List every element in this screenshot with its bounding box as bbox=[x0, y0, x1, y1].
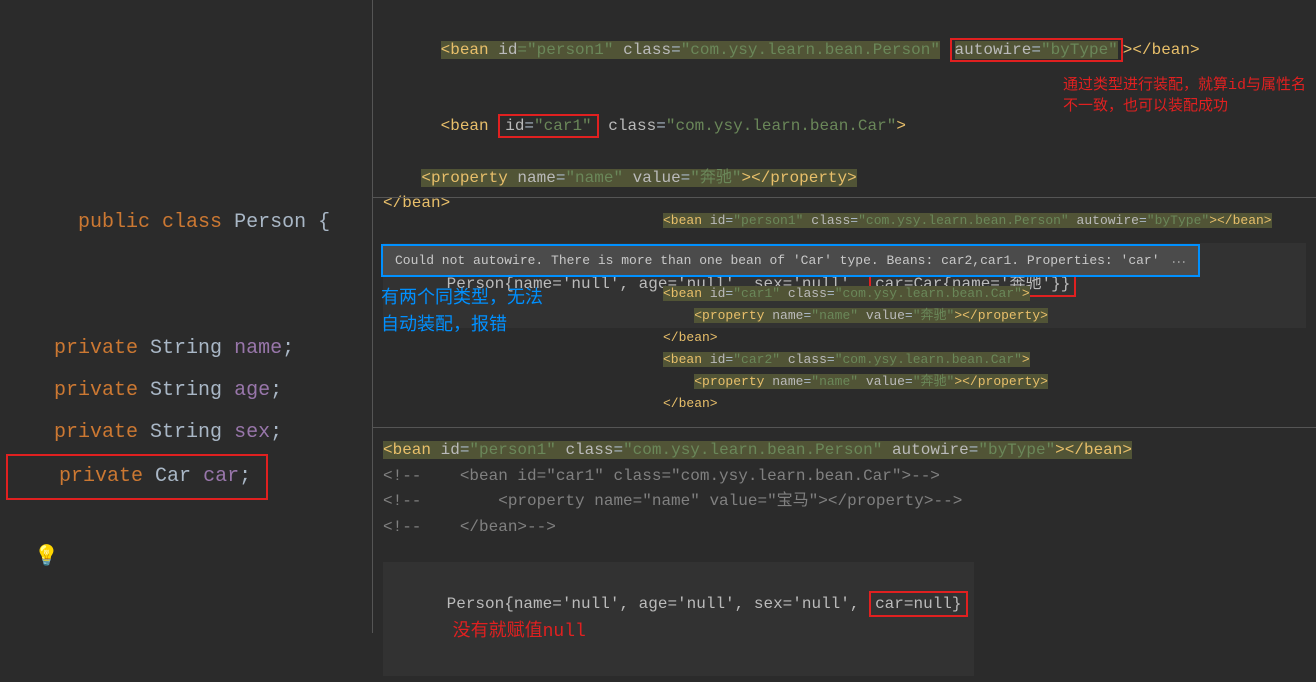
keyword-private: private bbox=[54, 421, 138, 444]
class-name: Person bbox=[234, 211, 306, 234]
field-car: car bbox=[203, 465, 239, 488]
output-prefix: Person{name='null', age='null', sex='nul… bbox=[447, 595, 869, 613]
error-tooltip[interactable]: Could not autowire. There is more than o… bbox=[383, 246, 1198, 275]
annotation-3: 没有就赋值null bbox=[453, 622, 586, 642]
keyword-private: private bbox=[54, 379, 138, 402]
comment-line: <!-- </bean>--> bbox=[383, 515, 1306, 541]
field-name: name bbox=[234, 337, 282, 360]
tooltip-highlight: Could not autowire. There is more than o… bbox=[381, 244, 1200, 277]
java-code: public class Person { private String nam… bbox=[6, 160, 330, 500]
section-1: <bean id="person1" class="com.ysy.learn.… bbox=[373, 0, 1316, 197]
tooltip-text: Could not autowire. There is more than o… bbox=[395, 253, 1160, 268]
comment-line: <!-- <property name="name" value="宝马"></… bbox=[383, 489, 1306, 515]
field-sex: sex bbox=[234, 421, 270, 444]
keyword-private: private bbox=[59, 465, 143, 488]
field-age: age bbox=[234, 379, 270, 402]
annotation-1: 通过类型进行装配，就算id与属性名 不一致，也可以装配成功 bbox=[1063, 75, 1306, 117]
xml-car-beans: <bean id="car1" class="com.ysy.learn.bea… bbox=[663, 283, 1048, 416]
autowire-highlight: autowire="byType" bbox=[950, 38, 1123, 62]
section-2: <bean id="person1" class="com.ysy.learn.… bbox=[373, 197, 1316, 427]
type-string: String bbox=[150, 337, 222, 360]
output-null-highlight: car=null} bbox=[869, 591, 967, 617]
open-brace: { bbox=[318, 211, 330, 234]
keyword-public: public bbox=[78, 211, 150, 234]
section-3: <bean id="person1" class="com.ysy.learn.… bbox=[373, 427, 1316, 682]
attr-id: = bbox=[517, 41, 527, 59]
type-car: Car bbox=[155, 465, 191, 488]
type-string: String bbox=[150, 379, 222, 402]
more-icon[interactable]: ⋮ bbox=[1170, 255, 1186, 267]
type-string: String bbox=[150, 421, 222, 444]
xml-editor-panel: <bean id="person1" class="com.ysy.learn.… bbox=[372, 0, 1316, 633]
field-car-highlight: private Car car; bbox=[6, 454, 268, 500]
car1-id-highlight: id="car1" bbox=[498, 114, 598, 138]
keyword-class: class bbox=[162, 211, 222, 234]
comment-line: <!-- <bean id="car1" class="com.ysy.lear… bbox=[383, 464, 1306, 490]
java-editor-panel: public class Person { private String nam… bbox=[0, 0, 372, 633]
keyword-private: private bbox=[54, 337, 138, 360]
lightbulb-icon[interactable]: 💡 bbox=[34, 543, 59, 569]
annotation-2: 有两个同类型，无法 自动装配，报错 bbox=[381, 286, 543, 340]
